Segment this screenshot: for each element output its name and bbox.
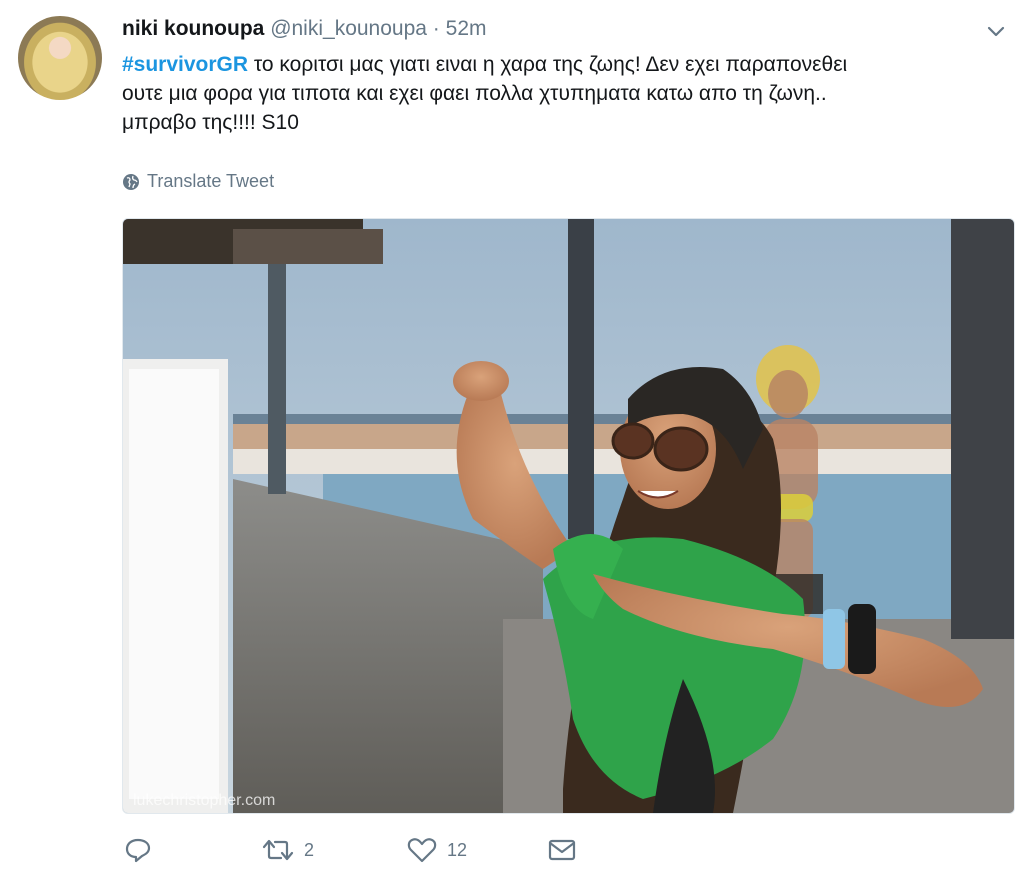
like-button[interactable]: 12 bbox=[407, 836, 467, 864]
tweet-text-line-1-rest: το κοριτσι μας γιατι ειναι η χαρα της ζω… bbox=[248, 53, 848, 76]
translate-tweet-link[interactable]: Translate Tweet bbox=[122, 171, 274, 192]
retweet-button[interactable]: 2 bbox=[262, 836, 314, 864]
heart-icon bbox=[407, 838, 437, 863]
tweet-text-line-2: ουτε μια φορα για τιποτα και εχει φαει π… bbox=[122, 82, 827, 105]
tweet-header: niki kounoupa @niki_kounoupa · 52m bbox=[122, 15, 487, 43]
photo-illustration: lukechristopher.com bbox=[123, 219, 1014, 813]
tweet-text-line-1: #survivorGR το κοριτσι μας γιατι ειναι η… bbox=[122, 50, 1002, 79]
reply-button[interactable] bbox=[124, 836, 162, 864]
reply-icon bbox=[125, 838, 151, 863]
user-handle[interactable]: @niki_kounoupa bbox=[270, 17, 427, 40]
globe-icon bbox=[123, 173, 139, 190]
retweet-icon bbox=[262, 839, 294, 861]
tweet-text: #survivorGR το κοριτσι μας γιατι ειναι η… bbox=[122, 50, 1002, 137]
envelope-icon bbox=[548, 839, 576, 861]
tweet-photo[interactable]: lukechristopher.com bbox=[122, 218, 1015, 814]
photo-watermark: lukechristopher.com bbox=[133, 792, 275, 809]
separator-dot: · bbox=[432, 17, 440, 40]
timestamp[interactable]: 52m bbox=[446, 17, 487, 40]
tweet-text-line-3: μπραβο της!!!! S10 bbox=[122, 111, 299, 134]
like-count: 12 bbox=[447, 839, 468, 860]
direct-message-button[interactable] bbox=[547, 836, 577, 864]
chevron-down-icon[interactable] bbox=[985, 20, 1007, 42]
hashtag-link[interactable]: #survivorGR bbox=[122, 53, 248, 76]
display-name[interactable]: niki kounoupa bbox=[122, 17, 264, 40]
avatar[interactable] bbox=[18, 16, 102, 100]
translate-label: Translate Tweet bbox=[147, 171, 275, 191]
retweet-count: 2 bbox=[304, 839, 315, 860]
tweet-actions: 2 12 bbox=[122, 836, 722, 870]
